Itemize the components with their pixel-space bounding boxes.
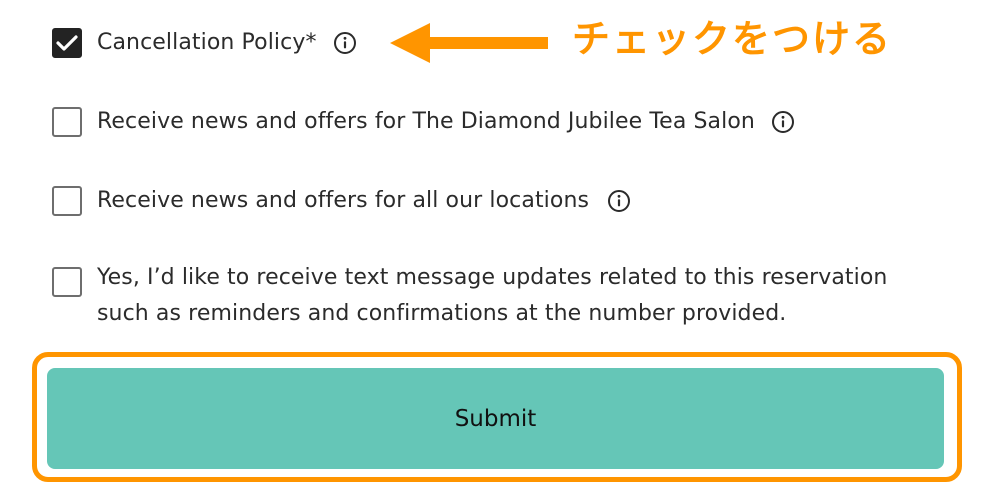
text-updates-checkbox[interactable] [52,267,82,297]
consent-row-all-locations-news: Receive news and offers for all our loca… [52,186,631,219]
info-icon[interactable] [333,31,357,55]
annotation-text: チェックをつける [572,17,893,61]
reservation-form-consents: Cancellation Policy* チェックをつける Receive ne… [0,0,1000,499]
cancellation-policy-label: Cancellation Policy* [97,30,317,55]
submit-button[interactable]: Submit [47,368,944,469]
checkmark-icon [56,35,78,51]
consent-row-text-updates: Yes, I’d like to receive text message up… [52,265,887,332]
consent-label-wrap: Yes, I’d like to receive text message up… [97,260,887,332]
text-updates-label-line1: Yes, I’d like to receive text message up… [97,265,888,290]
info-icon[interactable] [607,189,631,213]
tea-salon-news-checkbox[interactable] [52,107,82,137]
consent-row-cancellation-policy: Cancellation Policy* [52,28,357,61]
all-locations-news-label: Receive news and offers for all our loca… [97,188,590,213]
consent-label-wrap: Cancellation Policy* [97,25,357,61]
consent-label-wrap: Receive news and offers for all our loca… [97,183,631,219]
text-updates-label-line2: such as reminders and confirmations at t… [97,301,787,326]
tea-salon-news-label: Receive news and offers for The Diamond … [97,109,755,134]
all-locations-news-checkbox[interactable] [52,186,82,216]
info-icon[interactable] [771,110,795,134]
cancellation-policy-checkbox[interactable] [52,28,82,58]
consent-label-wrap: Receive news and offers for The Diamond … [97,104,795,140]
left-arrow-icon [390,23,548,63]
consent-row-tea-salon-news: Receive news and offers for The Diamond … [52,107,795,140]
